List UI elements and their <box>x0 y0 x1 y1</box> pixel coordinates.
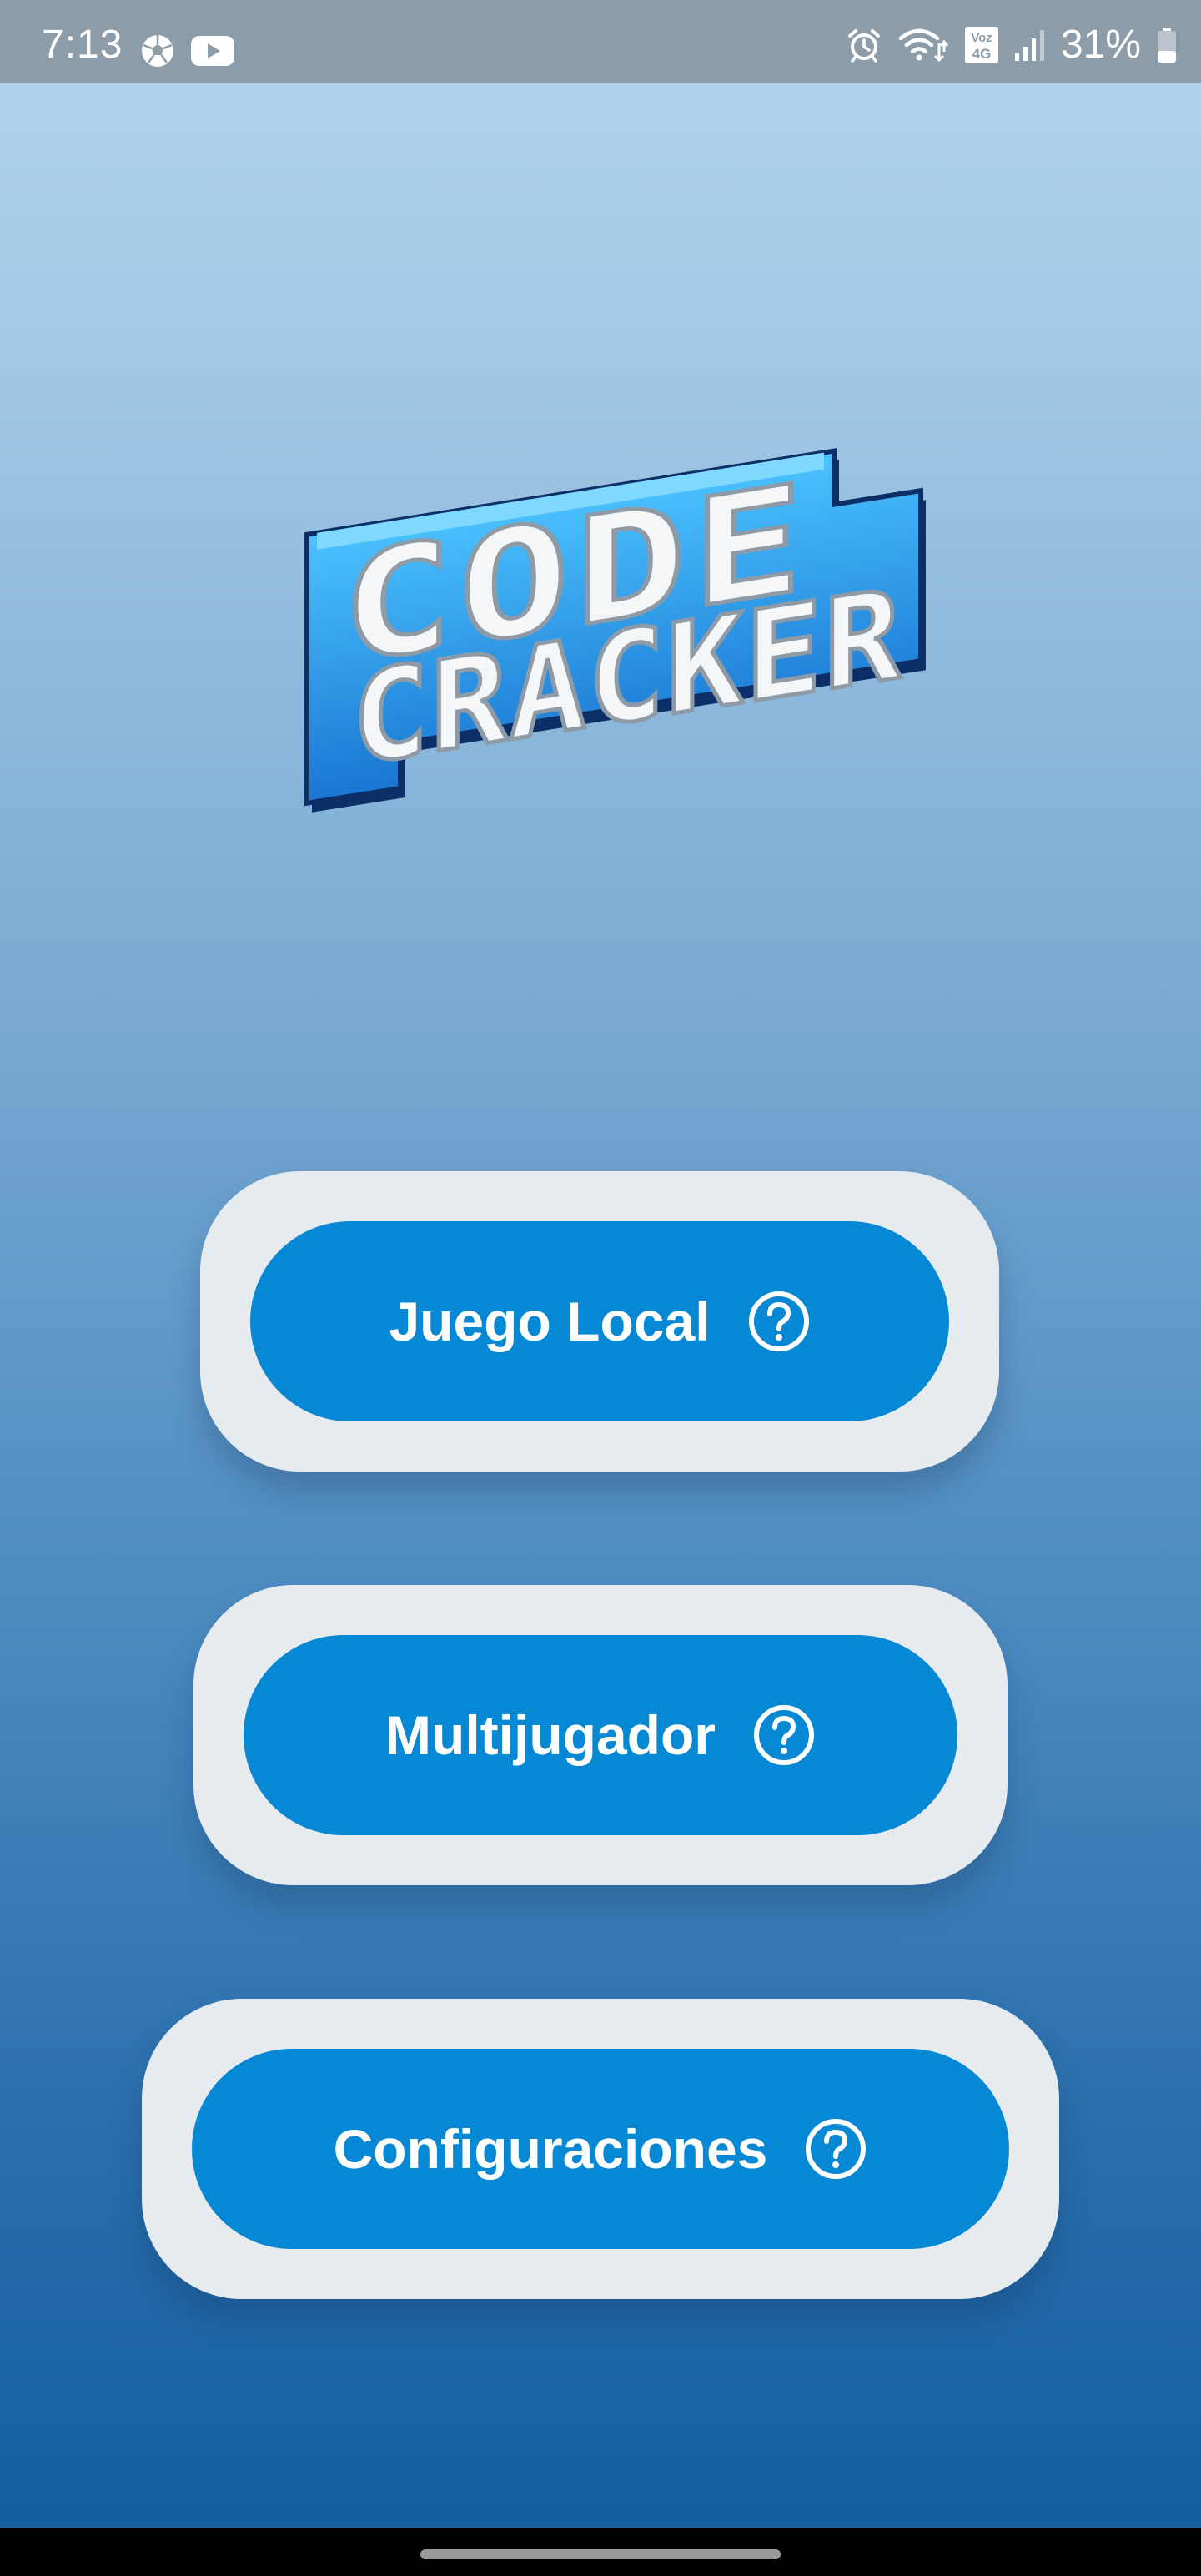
navigation-bar <box>0 2528 1201 2576</box>
home-indicator[interactable] <box>420 2549 781 2559</box>
volte-4g-icon: Voz 4G <box>964 27 998 63</box>
configuraciones-button[interactable]: Configuraciones <box>192 2049 1009 2249</box>
youtube-icon <box>191 36 234 66</box>
help-icon[interactable] <box>752 1703 816 1767</box>
multijugador-card: Multijugador <box>193 1585 1008 1885</box>
configuraciones-label: Configuraciones <box>333 2118 768 2180</box>
help-icon[interactable] <box>747 1290 811 1353</box>
signal-icon <box>1014 30 1044 61</box>
volte-top-text: Voz <box>971 31 992 45</box>
battery-percent: 31% <box>1060 23 1141 67</box>
configuraciones-card: Configuraciones <box>142 1999 1059 2299</box>
status-bar: 7:13 Voz 4G 31% <box>0 0 1201 83</box>
juego-local-button[interactable]: Juego Local <box>250 1221 949 1421</box>
battery-icon <box>1158 28 1176 63</box>
status-left-icons <box>140 33 235 68</box>
juego-local-card: Juego Local <box>200 1171 999 1472</box>
volte-bottom-text: 4G <box>972 46 992 62</box>
wifi-calling-icon <box>898 28 949 63</box>
multijugador-button[interactable]: Multijugador <box>244 1635 957 1835</box>
juego-local-label: Juego Local <box>389 1291 711 1352</box>
status-right: Voz 4G 31% <box>846 25 1178 65</box>
status-time: 7:13 <box>42 23 123 67</box>
soccer-ball-icon <box>142 35 173 67</box>
multijugador-label: Multijugador <box>385 1704 716 1766</box>
help-icon[interactable] <box>804 2117 867 2181</box>
alarm-icon <box>847 29 880 63</box>
code-cracker-logo: CODE CRACKER <box>304 448 926 813</box>
